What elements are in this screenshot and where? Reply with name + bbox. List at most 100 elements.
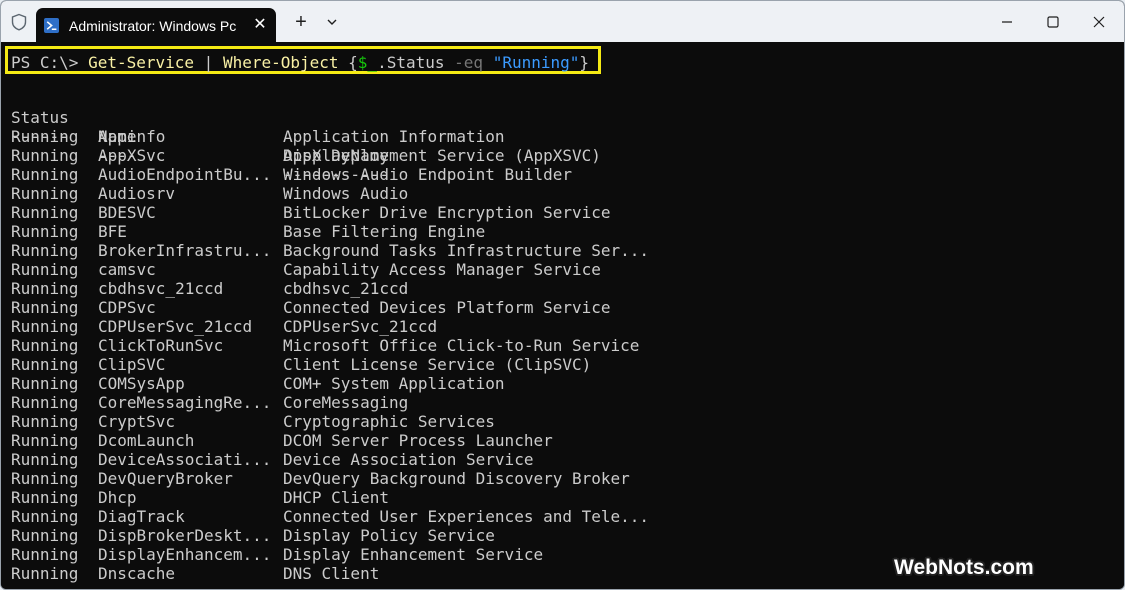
terminal-window: Administrator: Windows Pc ✕ + PS C:\> Ge… — [0, 0, 1125, 590]
service-status: Running — [11, 260, 79, 279]
service-name: DcomLaunch — [98, 431, 195, 450]
minimize-icon — [1002, 21, 1012, 23]
cmdlet-get-service: Get-Service — [88, 53, 195, 72]
service-status: Running — [11, 165, 79, 184]
service-name: Dnscache — [98, 564, 176, 583]
tab-title: Administrator: Windows Pc — [69, 18, 237, 34]
new-tab-button[interactable]: + — [290, 11, 312, 33]
service-display-name: AppX Deployment Service (AppXSVC) — [283, 146, 601, 165]
service-name: ClipSVC — [98, 355, 166, 374]
service-name: Audiosrv — [98, 184, 176, 203]
service-name: BDESVC — [98, 203, 156, 222]
service-display-name: Display Enhancement Service — [283, 545, 544, 564]
table-row: Running DisplayEnhancem... Display Enhance… — [11, 545, 711, 564]
service-status: Running — [11, 526, 79, 545]
service-status: Running — [11, 412, 79, 431]
service-display-name: COM+ System Application — [283, 374, 505, 393]
service-name: CDPUserSvc_21ccd — [98, 317, 253, 336]
table-row: Running DcomLaunch DCOM Server Process Lau… — [11, 431, 711, 450]
service-status: Running — [11, 507, 79, 526]
service-status: Running — [11, 469, 79, 488]
title-bar[interactable]: Administrator: Windows Pc ✕ + — [1, 1, 1124, 42]
table-row: Running BrokerInfrastru... Background Task… — [11, 241, 711, 260]
service-display-name: Capability Access Manager Service — [283, 260, 601, 279]
service-status: Running — [11, 564, 79, 583]
service-display-name: Background Tasks Infrastructure Ser... — [283, 241, 650, 260]
service-display-name: CDPUserSvc_21ccd — [283, 317, 438, 336]
cmdlet-where-object: Where-Object — [222, 53, 339, 72]
service-display-name: DHCP Client — [283, 488, 389, 507]
table-row: Running Dnscache DNS Client — [11, 564, 711, 583]
service-display-name: cbdhsvc_21ccd — [283, 279, 409, 298]
table-row: Running AudioEndpointBu... Windows Audio E… — [11, 165, 711, 184]
tab-administrator-powershell[interactable]: Administrator: Windows Pc ✕ — [36, 8, 276, 42]
service-display-name: DCOM Server Process Launcher — [283, 431, 553, 450]
service-display-name: Base Filtering Engine — [283, 222, 486, 241]
string-running: "Running" — [492, 53, 580, 72]
table-row: Running BFE Base Filtering Engine — [11, 222, 711, 241]
service-name: DispBrokerDeskt... — [98, 526, 272, 545]
pipeline-variable: $_ — [357, 53, 378, 72]
service-name: DiagTrack — [98, 507, 185, 526]
property-status: .Status — [377, 53, 445, 72]
service-table: Status Name DisplayName ------ ---- ----… — [11, 89, 711, 583]
service-display-name: Connected Devices Platform Service — [283, 298, 611, 317]
service-name: BrokerInfrastru... — [98, 241, 272, 260]
terminal-output[interactable]: PS C:\> Get-Service | Where-Object {$_.S… — [1, 42, 1124, 589]
service-name: CryptSvc — [98, 412, 176, 431]
service-display-name: Cryptographic Services — [283, 412, 495, 431]
shield-icon — [10, 13, 28, 31]
table-row: Running cbdhsvc_21ccd cbdhsvc_21ccd — [11, 279, 711, 298]
table-row: Running DiagTrack Connected User Experienc… — [11, 507, 711, 526]
service-display-name: Windows Audio — [283, 184, 409, 203]
service-name: camsvc — [98, 260, 156, 279]
service-display-name: Application Information — [283, 127, 505, 146]
service-display-name: Windows Audio Endpoint Builder — [283, 165, 572, 184]
service-display-name: Device Association Service — [283, 450, 534, 469]
chevron-down-icon[interactable] — [323, 13, 341, 31]
service-status: Running — [11, 545, 79, 564]
minimize-button[interactable] — [984, 7, 1030, 37]
service-name: DevQueryBroker — [98, 469, 233, 488]
service-status: Running — [11, 279, 79, 298]
table-row: Running Audiosrv Windows Audio — [11, 184, 711, 203]
tab-close-button[interactable]: ✕ — [250, 15, 270, 35]
operator-eq: -eq — [454, 53, 484, 72]
service-name: AppXSvc — [98, 146, 166, 165]
service-status: Running — [11, 450, 79, 469]
service-display-name: CoreMessaging — [283, 393, 409, 412]
table-row: Running DevQueryBroker DevQuery Background… — [11, 469, 711, 488]
service-name: ClickToRunSvc — [98, 336, 224, 355]
service-name: BFE — [98, 222, 127, 241]
service-status: Running — [11, 203, 79, 222]
service-status: Running — [11, 355, 79, 374]
table-row: Running ClickToRunSvc Microsoft Office Cli… — [11, 336, 711, 355]
command-line: PS C:\> Get-Service | Where-Object {$_.S… — [11, 50, 589, 72]
powershell-icon — [44, 18, 59, 33]
service-name: DisplayEnhancem... — [98, 545, 272, 564]
watermark-logo: WebNots.com — [894, 556, 1034, 579]
brace-open: { — [338, 53, 358, 72]
service-display-name: Client License Service (ClipSVC) — [283, 355, 592, 374]
table-row: Running CryptSvc Cryptographic Services — [11, 412, 711, 431]
service-display-name: Microsoft Office Click-to-Run Service — [283, 336, 640, 355]
service-name: COMSysApp — [98, 374, 185, 393]
service-status: Running — [11, 184, 79, 203]
table-row: Running CDPSvc Connected Devices Platform … — [11, 298, 711, 317]
table-row: Running BDESVC BitLocker Drive Encryption … — [11, 203, 711, 222]
table-row: Running ClipSVC Client License Service (Cl… — [11, 355, 711, 374]
pipe-operator: | — [194, 53, 223, 72]
table-row: Running CoreMessagingRe... CoreMessaging — [11, 393, 711, 412]
table-row: Running Dhcp DHCP Client — [11, 488, 711, 507]
service-name: Appinfo — [98, 127, 166, 146]
service-status: Running — [11, 488, 79, 507]
close-window-button[interactable] — [1076, 7, 1122, 37]
service-display-name: BitLocker Drive Encryption Service — [283, 203, 611, 222]
table-row: Running DeviceAssociati... Device Associat… — [11, 450, 711, 469]
command-prompt-highlight: PS C:\> Get-Service | Where-Object {$_.S… — [5, 46, 601, 74]
service-name: AudioEndpointBu... — [98, 165, 272, 184]
service-display-name: DNS Client — [283, 564, 380, 583]
maximize-button[interactable] — [1030, 7, 1076, 37]
